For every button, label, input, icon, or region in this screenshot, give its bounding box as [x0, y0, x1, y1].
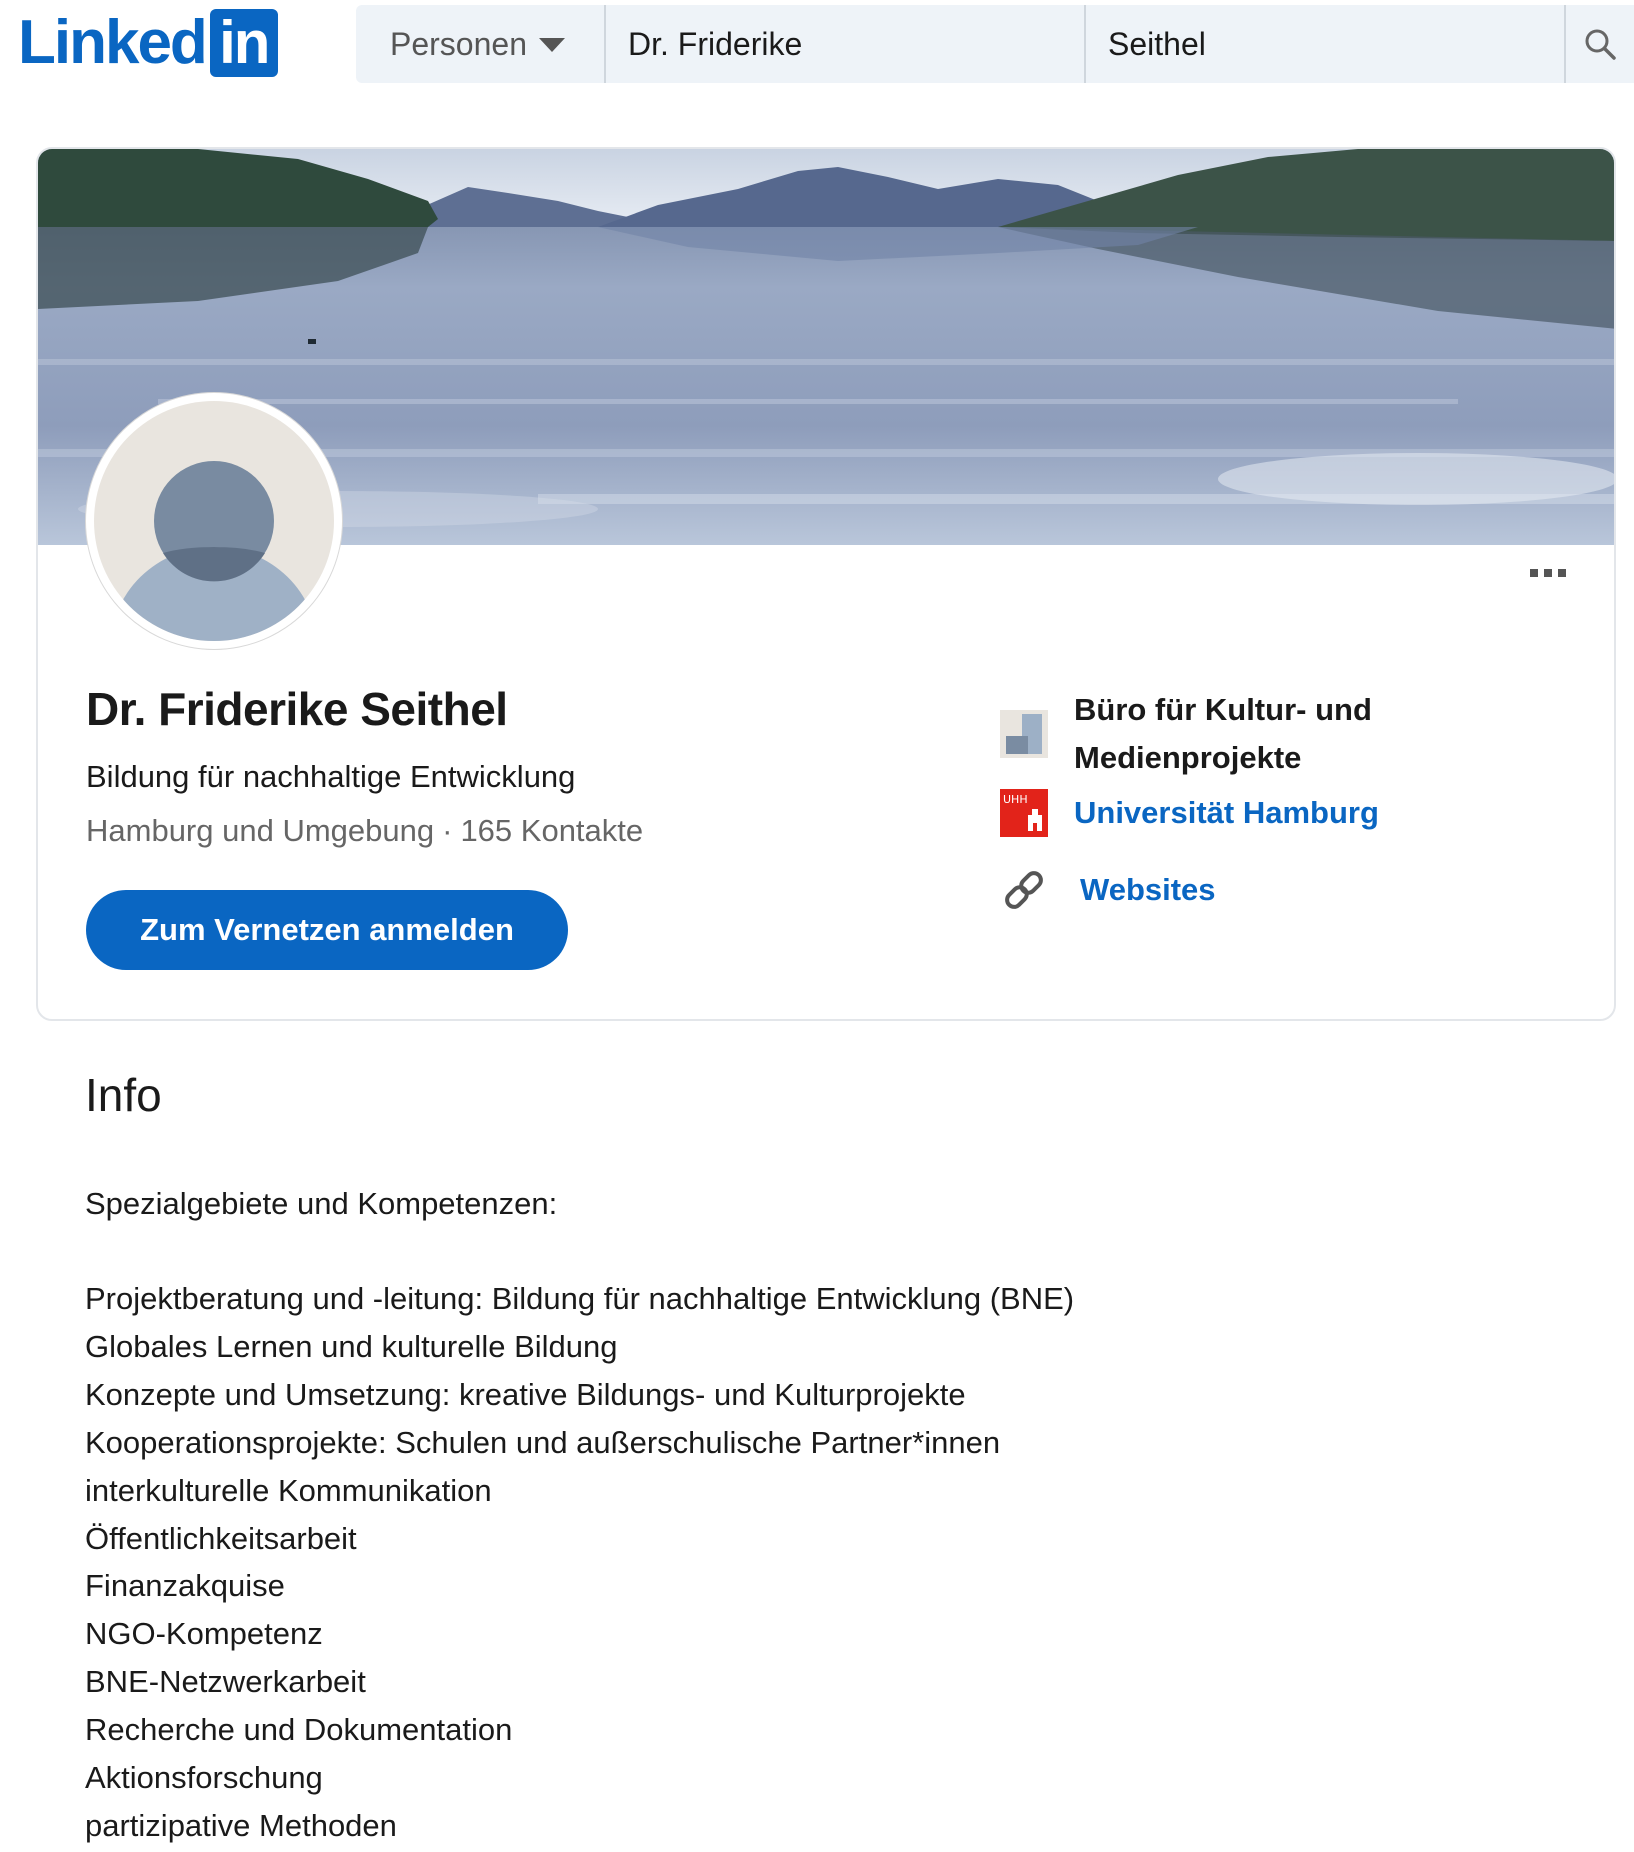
profile-card: Dr. Friderike Seithel Bildung für nachha…	[36, 147, 1616, 1021]
competence-item: Globales Lernen und kulturelle Bildung	[85, 1328, 618, 1364]
competence-item: interkulturelle Kommunikation	[85, 1472, 492, 1508]
current-company[interactable]: Büro für Kultur- und Medienprojekte	[1000, 686, 1404, 782]
connect-button[interactable]: Zum Vernetzen anmelden	[86, 890, 568, 970]
search-type-dropdown[interactable]: Personen	[356, 5, 606, 83]
university-name: Universität Hamburg	[1074, 795, 1379, 830]
company-name: Büro für Kultur- und Medienprojekte	[1074, 692, 1372, 775]
websites-label: Websites	[1080, 872, 1216, 907]
competence-item: Projektberatung und -leitung: Bildung fü…	[85, 1281, 1075, 1316]
competence-list: Projektberatung und -leitung: Bildung fü…	[85, 1275, 1535, 1850]
info-intro: Spezialgebiete und Kompetenzen:	[85, 1186, 558, 1221]
uhh-logo-text: UHH	[1003, 793, 1028, 806]
person-silhouette-icon	[94, 401, 334, 641]
competence-item: Öffentlichkeitsarbeit	[85, 1520, 357, 1556]
search-type-label: Personen	[390, 25, 527, 62]
profile-meta: Hamburg und Umgebung · 165 Kontakte	[86, 813, 643, 849]
more-icon[interactable]	[1530, 569, 1566, 577]
competence-item: Finanzakquise	[85, 1568, 285, 1604]
first-name-value: Dr. Friderike	[628, 25, 803, 62]
profile-contacts: 165 Kontakte	[460, 813, 644, 848]
search-button[interactable]	[1566, 5, 1634, 83]
websites-link[interactable]: Websites	[1000, 866, 1216, 914]
university-logo-icon: UHH	[1000, 789, 1048, 837]
linkedin-logo[interactable]: Linked in	[18, 8, 278, 78]
last-name-value: Seithel	[1108, 25, 1206, 62]
logo-wordmark: Linked	[18, 8, 208, 77]
competence-item: Kooperationsprojekte: Schulen und außers…	[85, 1424, 1001, 1460]
caret-down-icon	[538, 38, 565, 52]
info-section-title: Info	[85, 1069, 162, 1121]
first-name-field[interactable]: Dr. Friderike	[606, 5, 1086, 83]
logo-in-box: in	[209, 9, 278, 77]
profile-headline: Bildung für nachhaltige Entwicklung	[86, 759, 576, 794]
people-search-bar: Personen Dr. Friderike Seithel	[356, 5, 1634, 83]
education-school[interactable]: UHH Universität Hamburg	[1000, 789, 1379, 837]
more-dot	[1544, 569, 1552, 577]
more-dot	[1558, 569, 1566, 577]
company-logo-icon	[1000, 710, 1048, 758]
link-icon	[1005, 871, 1043, 909]
competence-item: BNE-Netzwerkarbeit	[85, 1664, 366, 1700]
competence-item: partizipative Methoden	[85, 1807, 397, 1843]
competence-item: Recherche und Dokumentation	[85, 1712, 513, 1748]
profile-name: Dr. Friderike Seithel	[86, 683, 508, 735]
profile-location: Hamburg und Umgebung	[86, 813, 435, 848]
info-section-body: Spezialgebiete und Kompetenzen: Projektb…	[85, 1180, 1535, 1850]
last-name-field[interactable]: Seithel	[1086, 5, 1566, 83]
top-bar: Linked in Personen Dr. Friderike Seithel	[0, 0, 1634, 84]
search-icon	[1585, 29, 1616, 60]
competence-item: NGO-Kompetenz	[85, 1616, 323, 1652]
more-dot	[1530, 569, 1538, 577]
competence-item: Konzepte und Umsetzung: kreative Bildung…	[85, 1376, 966, 1412]
competence-item: Aktionsforschung	[85, 1760, 323, 1796]
avatar-placeholder	[94, 401, 334, 641]
meta-separator: ·	[442, 813, 453, 848]
profile-avatar[interactable]	[86, 393, 342, 649]
